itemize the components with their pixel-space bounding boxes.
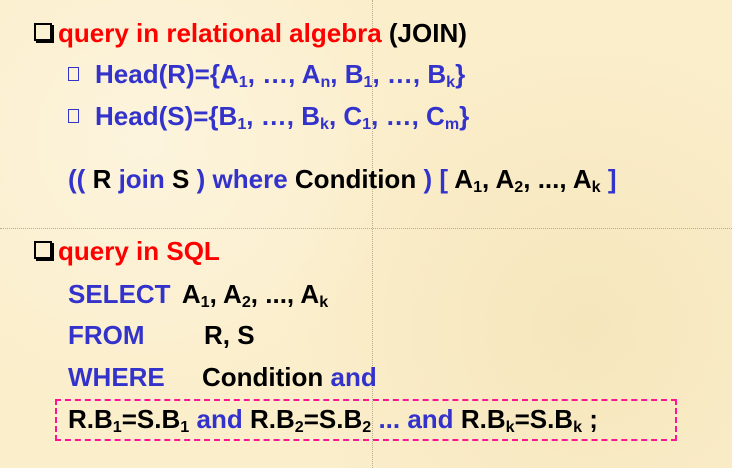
section1-heading: query in relational algebra (JOIN): [34, 18, 467, 49]
square-bullet-icon: [68, 109, 79, 124]
join-conditions: R.B1=S.B1 and R.B2=S.B2 ... and R.Bk=S.B…: [68, 404, 598, 436]
head-r-line: Head(R)={A1, …, An, B1, …, Bk}: [68, 59, 465, 90]
heading-relational-algebra: query in relational algebra: [58, 18, 382, 48]
square-bullet-icon: [68, 67, 79, 82]
heading-sql: query in SQL: [58, 236, 220, 266]
checkbox-bullet-icon: [34, 23, 52, 42]
sql-from-line: FROM: [68, 320, 145, 351]
section2-heading: query in SQL: [34, 236, 220, 267]
select-keyword: SELECT: [68, 279, 171, 309]
checkbox-bullet-icon: [34, 241, 52, 260]
from-keyword: FROM: [68, 320, 145, 350]
horizontal-guide: [0, 228, 732, 229]
sql-select-line: SELECT A1, A2, ..., Ak: [68, 279, 329, 311]
where-keyword: WHERE: [68, 362, 165, 392]
from-value: R, S: [204, 320, 255, 350]
where-condition: Condition and: [202, 362, 377, 392]
head-s-line: Head(S)={B1, …, Bk, C1, …, Cm}: [68, 101, 469, 132]
relational-expression: (( R join S ) where Condition ) [ A1, A2…: [68, 164, 617, 196]
heading-join: (JOIN): [388, 18, 467, 48]
sql-where-line: WHERE: [68, 362, 165, 393]
